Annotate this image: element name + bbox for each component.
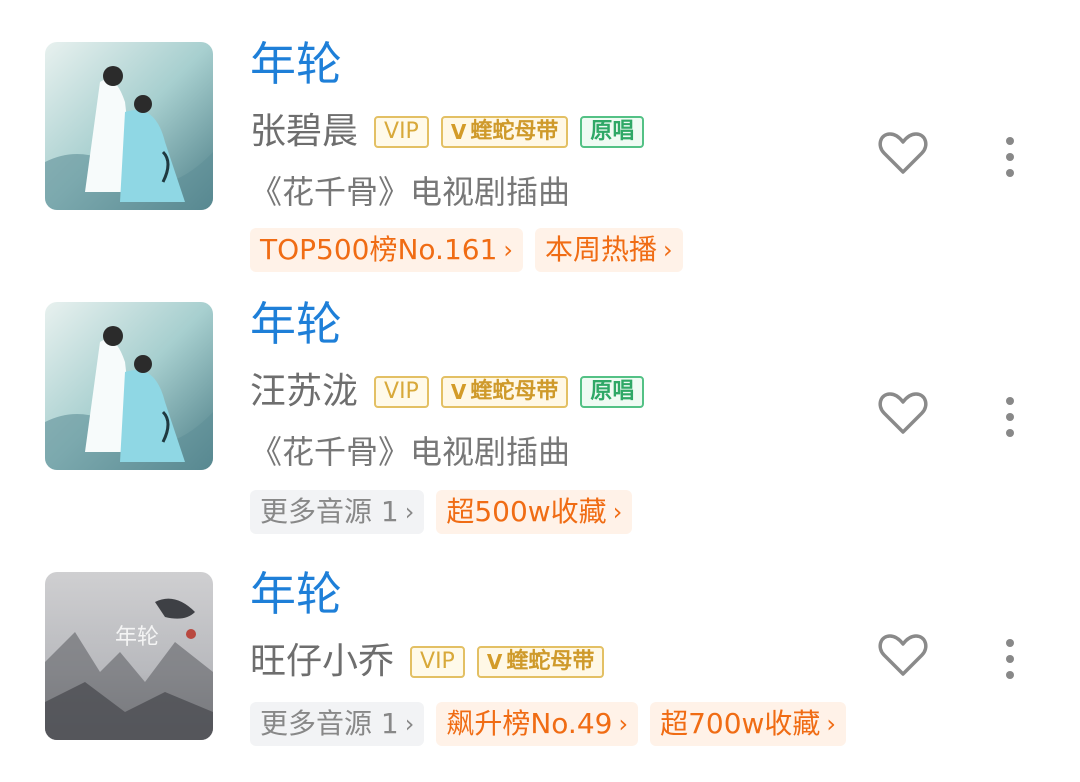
vip-badge: VIP bbox=[374, 376, 429, 408]
album-art-image bbox=[45, 302, 213, 470]
chevron-right-icon: › bbox=[404, 498, 415, 526]
chevron-right-icon: › bbox=[612, 498, 623, 526]
quality-badge[interactable]: V 蝰蛇母带 bbox=[440, 376, 569, 408]
quality-badge[interactable]: V 蝰蛇母带 bbox=[440, 116, 569, 148]
album-cover-2[interactable] bbox=[45, 302, 213, 470]
more-options-icon[interactable] bbox=[1000, 133, 1022, 181]
album-cover-3[interactable]: 年轮 bbox=[45, 572, 213, 740]
artist-row: 张碧晨 VIP V 蝰蛇母带 原唱 bbox=[250, 110, 645, 154]
chevron-right-icon: › bbox=[826, 710, 837, 738]
v-badge-icon: V bbox=[450, 120, 467, 144]
quality-label: 蝰蛇母带 bbox=[470, 119, 559, 144]
artist-row: 旺仔小乔 VIP V 蝰蛇母带 bbox=[250, 640, 605, 684]
v-badge-icon: V bbox=[486, 650, 503, 674]
chevron-right-icon: › bbox=[503, 236, 514, 264]
quality-label: 蝰蛇母带 bbox=[470, 379, 559, 404]
original-badge: 原唱 bbox=[580, 116, 645, 148]
album-art-image bbox=[45, 42, 213, 210]
tag-chips: 更多音源 1 › 飙升榜No.49 › 超700w收藏 › bbox=[250, 702, 847, 746]
more-sources-chip[interactable]: 更多音源 1 › bbox=[250, 490, 425, 534]
weekly-hot-chip[interactable]: 本周热播 › bbox=[535, 228, 683, 272]
song-description: 《花千骨》电视剧插曲 bbox=[250, 433, 571, 471]
original-badge: 原唱 bbox=[580, 376, 645, 408]
more-options-icon[interactable] bbox=[1000, 635, 1022, 683]
song-title[interactable]: 年轮 bbox=[250, 36, 342, 92]
v-badge-icon: V bbox=[450, 380, 467, 404]
weekly-hot-label: 本周热播 bbox=[545, 233, 658, 266]
quality-badge[interactable]: V 蝰蛇母带 bbox=[476, 646, 605, 678]
rising-rank-chip[interactable]: 飙升榜No.49 › bbox=[436, 702, 639, 746]
favorites-chip[interactable]: 超500w收藏 › bbox=[436, 490, 633, 534]
song-title[interactable]: 年轮 bbox=[250, 566, 342, 622]
heart-outline-icon[interactable] bbox=[878, 632, 928, 678]
heart-outline-icon[interactable] bbox=[878, 390, 928, 436]
artist-name[interactable]: 旺仔小乔 bbox=[250, 640, 394, 684]
vip-badge: VIP bbox=[410, 646, 465, 678]
favorites-label: 超500w收藏 bbox=[446, 495, 607, 528]
more-sources-label: 更多音源 1 bbox=[260, 495, 399, 528]
rank-chip[interactable]: TOP500榜No.161 › bbox=[250, 228, 524, 272]
vip-badge: VIP bbox=[374, 116, 429, 148]
cover-title-glyph: 年轮 bbox=[115, 625, 159, 650]
artist-name[interactable]: 汪苏泷 bbox=[250, 370, 358, 414]
album-art-image: 年轮 bbox=[45, 572, 213, 740]
more-sources-label: 更多音源 1 bbox=[260, 707, 399, 740]
more-sources-chip[interactable]: 更多音源 1 › bbox=[250, 702, 425, 746]
artist-name[interactable]: 张碧晨 bbox=[250, 110, 358, 154]
chevron-right-icon: › bbox=[404, 710, 415, 738]
heart-outline-icon[interactable] bbox=[878, 130, 928, 176]
song-description: 《花千骨》电视剧插曲 bbox=[250, 173, 571, 211]
song-title[interactable]: 年轮 bbox=[250, 296, 342, 352]
artist-row: 汪苏泷 VIP V 蝰蛇母带 原唱 bbox=[250, 370, 645, 414]
favorites-chip[interactable]: 超700w收藏 › bbox=[650, 702, 847, 746]
chevron-right-icon: › bbox=[663, 236, 673, 264]
chevron-right-icon: › bbox=[618, 710, 629, 738]
rank-chip-label: TOP500榜No.161 bbox=[260, 233, 498, 266]
quality-label: 蝰蛇母带 bbox=[506, 649, 595, 674]
favorites-label: 超700w收藏 bbox=[660, 707, 821, 740]
rising-rank-label: 飙升榜No.49 bbox=[446, 707, 613, 740]
album-cover-1[interactable] bbox=[45, 42, 213, 210]
tag-chips: 更多音源 1 › 超500w收藏 › bbox=[250, 490, 633, 534]
tag-chips: TOP500榜No.161 › 本周热播 › bbox=[250, 228, 683, 272]
more-options-icon[interactable] bbox=[1000, 393, 1022, 441]
